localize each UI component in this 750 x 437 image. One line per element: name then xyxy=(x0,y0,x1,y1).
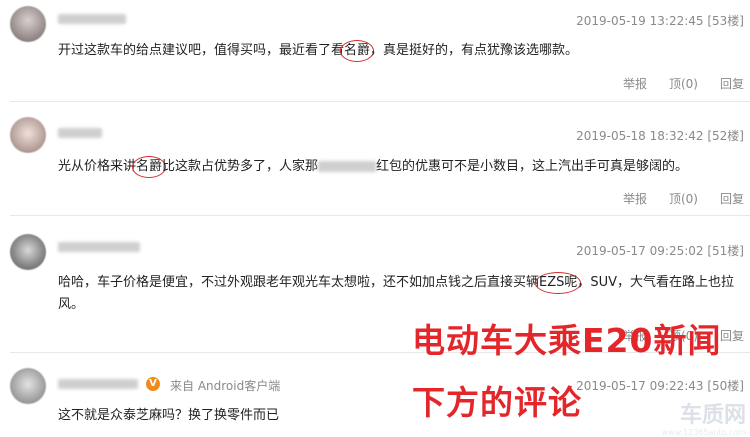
comment-meta: 2019-05-17 09:22:43 [50楼] xyxy=(576,377,744,394)
comment-text-part: ，真是挺好的，有点犹豫该选哪款。 xyxy=(370,43,579,58)
comment-text-part: 光从价格来讲 xyxy=(58,159,137,174)
report-link[interactable]: 举报 xyxy=(623,77,647,91)
watermark-url: www.12365auto.com xyxy=(661,428,746,437)
comment-date: 2019-05-19 13:22:45 xyxy=(576,14,704,28)
avatar[interactable] xyxy=(10,117,46,153)
comment-actions: 举报 顶(0) 回复 xyxy=(601,75,744,92)
comment-text: 光从价格来讲名爵比这款占优势多了，人家那 红包的优惠可不是小数目，这上汽出手可真是… xyxy=(58,156,738,178)
blurred-text xyxy=(318,161,377,172)
comment-meta: 2019-05-18 18:32:42 [52楼] xyxy=(576,127,744,144)
comment-source: 来自 Android客户端 xyxy=(170,379,281,393)
reply-link[interactable]: 回复 xyxy=(720,77,744,91)
username[interactable] xyxy=(58,242,140,252)
comment-text: 这不就是众泰芝麻吗？换了换零件而已 xyxy=(58,408,280,423)
comment-date: 2019-05-18 18:32:42 xyxy=(576,129,704,143)
highlight-circle: EZS呢 xyxy=(535,272,582,294)
avatar[interactable] xyxy=(10,234,46,270)
floor-number: [53楼] xyxy=(707,14,744,28)
reply-link[interactable]: 回复 xyxy=(720,329,744,343)
overlay-caption-line2: 下方的评论 xyxy=(412,383,582,422)
comment-date: 2019-05-17 09:25:02 xyxy=(576,244,704,258)
comment-actions: 举报 顶(0) 回复 xyxy=(601,190,744,207)
upvote-link[interactable]: 顶(0) xyxy=(669,192,698,206)
highlight-circle: 名爵 xyxy=(340,40,375,62)
watermark-logo: 车质网 xyxy=(679,403,746,428)
comment-text-part: 比这款占优势多了，人家那 xyxy=(162,159,319,174)
avatar[interactable] xyxy=(10,6,46,42)
verified-badge-icon: V xyxy=(146,377,160,391)
report-link[interactable]: 举报 xyxy=(623,192,647,206)
comment-text-part: 哈哈，车子价格是便宜，不过外观跟老年观光车太想啦，还不如加点钱之后直接买辆 xyxy=(58,275,540,290)
comment-meta: 2019-05-19 13:22:45 [53楼] xyxy=(576,12,744,29)
divider xyxy=(10,101,750,102)
comment-text: 哈哈，车子价格是便宜，不过外观跟老年观光车太想啦，还不如加点钱之后直接买辆EZS… xyxy=(58,272,738,316)
username[interactable] xyxy=(58,128,102,138)
username[interactable] xyxy=(58,14,126,24)
username[interactable] xyxy=(58,379,138,389)
floor-number: [52楼] xyxy=(707,129,744,143)
floor-number: [51楼] xyxy=(707,244,744,258)
floor-number: [50楼] xyxy=(707,379,744,393)
reply-link[interactable]: 回复 xyxy=(720,192,744,206)
divider xyxy=(10,215,750,216)
comment-text: 开过这款车的给点建议吧，值得买吗，最近看了看名爵，真是挺好的，有点犹豫该选哪款。 xyxy=(58,40,738,62)
comment-text-part: 开过这款车的给点建议吧，值得买吗，最近看了看 xyxy=(58,43,345,58)
avatar[interactable] xyxy=(10,368,46,404)
upvote-link[interactable]: 顶(0) xyxy=(669,77,698,91)
highlight-circle: 名爵 xyxy=(132,156,167,178)
overlay-caption-line1: 电动车大乘E20新闻 xyxy=(412,321,722,360)
comment-text-part: 红包的优惠可不是小数目，这上汽出手可真是够阔的。 xyxy=(376,159,689,174)
comment-meta: 2019-05-17 09:25:02 [51楼] xyxy=(576,242,744,259)
comment-date: 2019-05-17 09:22:43 xyxy=(576,379,704,393)
